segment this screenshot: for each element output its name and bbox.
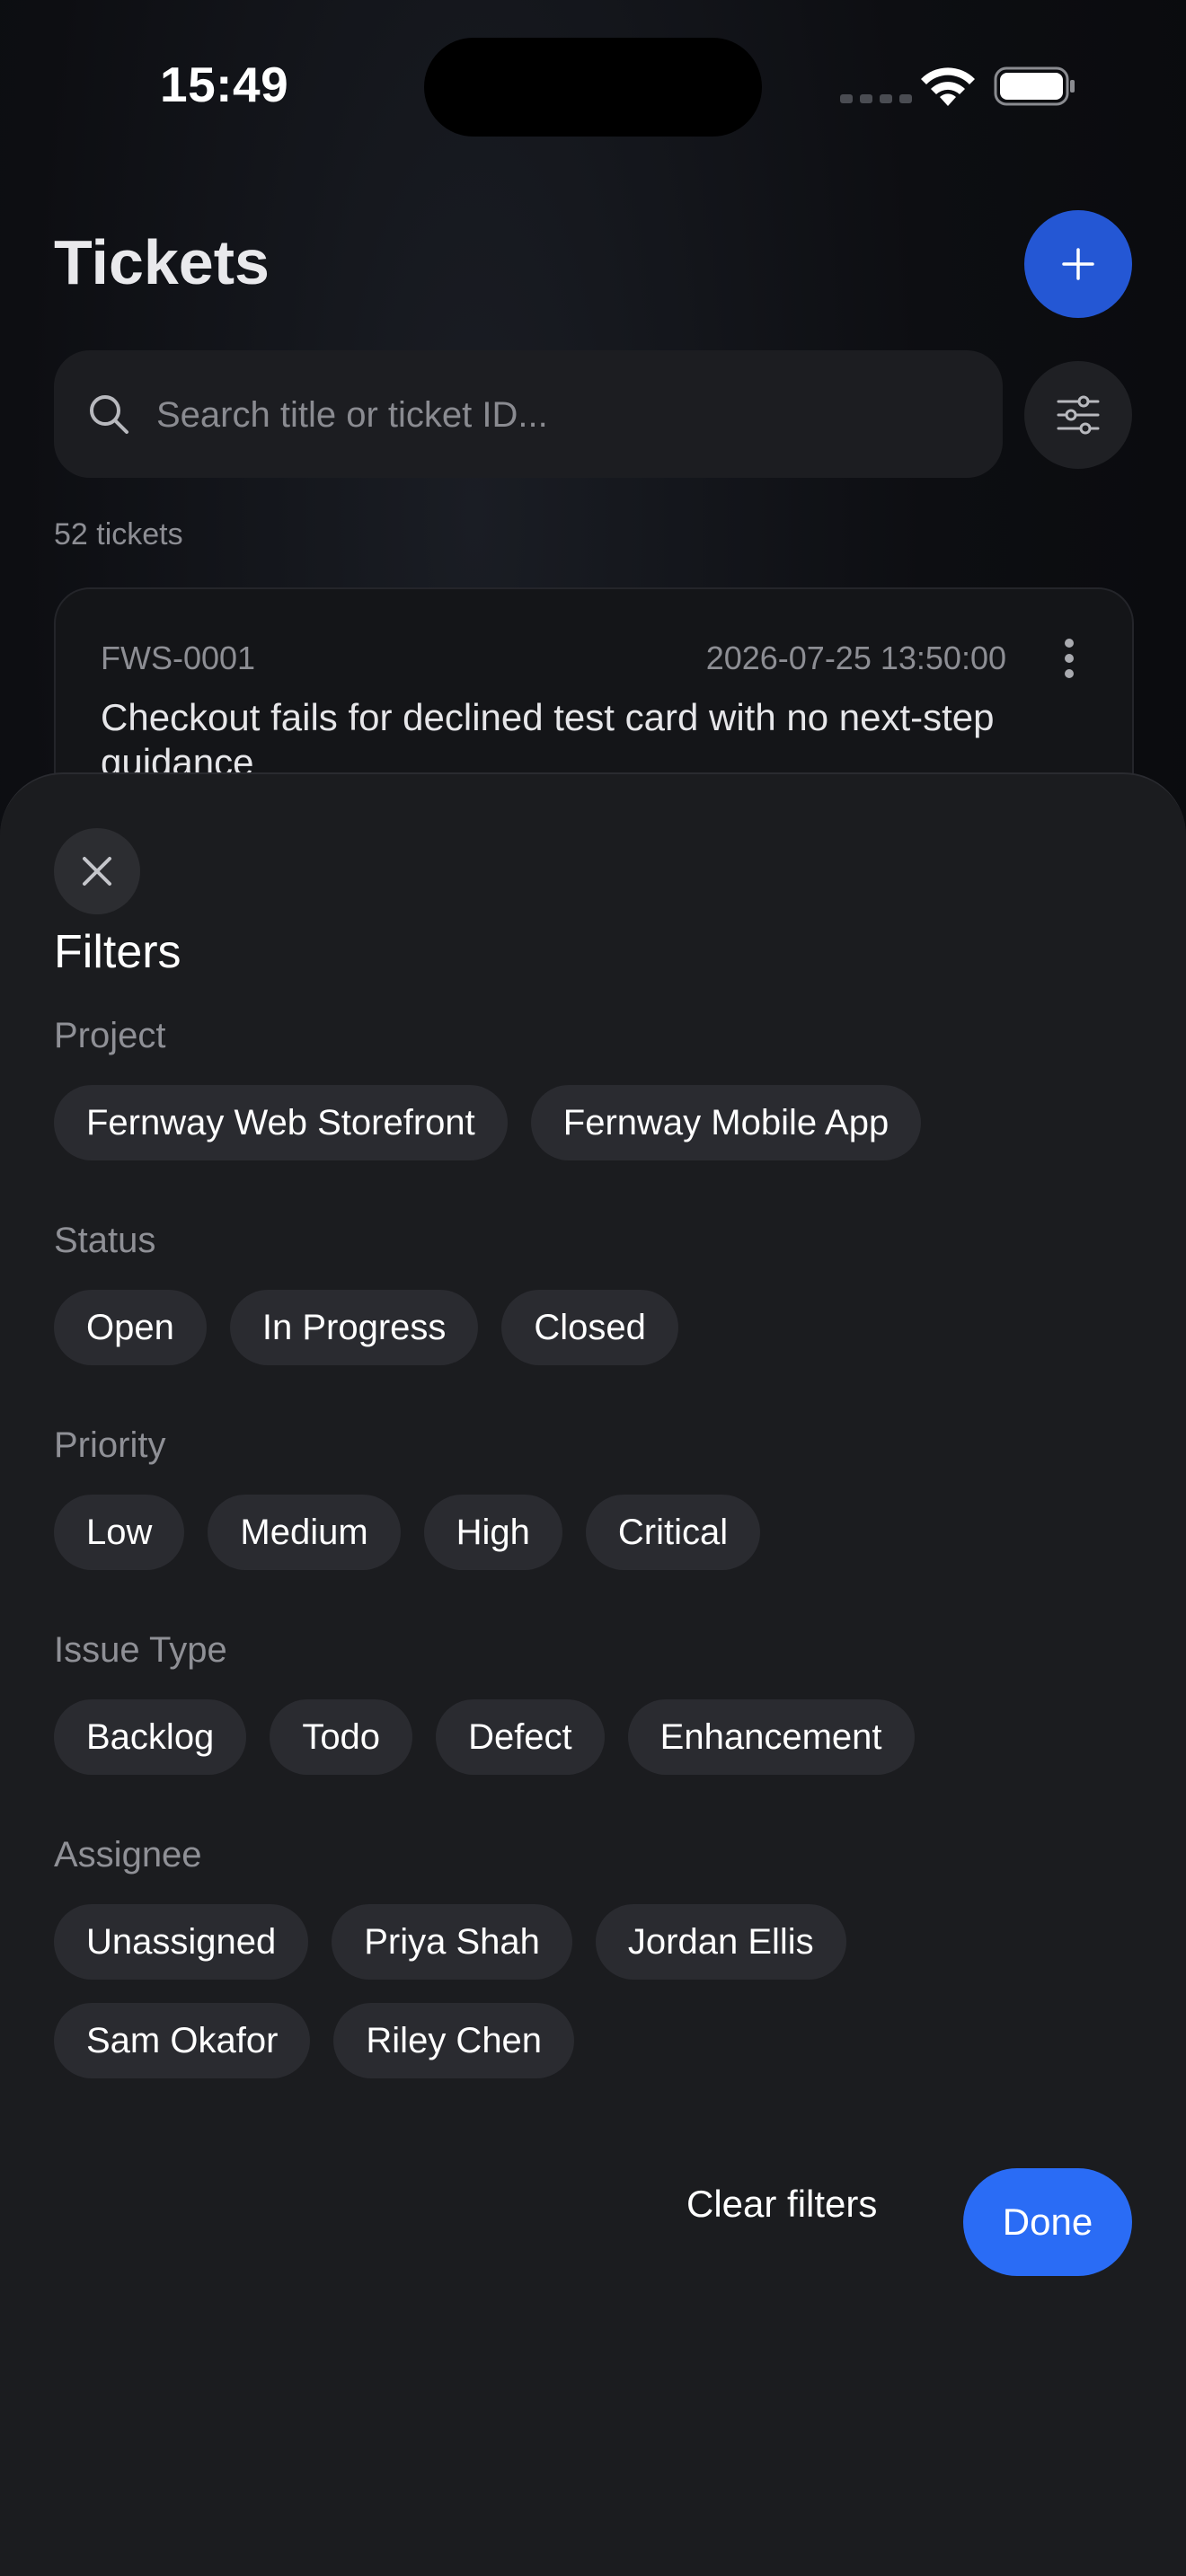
section-label: Issue Type	[54, 1630, 227, 1670]
add-ticket-button[interactable]	[1024, 210, 1132, 318]
search-bar	[54, 350, 1003, 480]
chip-status[interactable]: In Progress	[229, 1290, 479, 1365]
done-button[interactable]: Done	[963, 2168, 1132, 2276]
section-label: Status	[54, 1221, 156, 1260]
chip-status[interactable]: Open	[54, 1290, 207, 1365]
more-vertical-icon[interactable]	[1060, 636, 1078, 681]
chip-row: Low Medium High Critical	[54, 1495, 1132, 1570]
section-label: Assignee	[54, 1835, 202, 1875]
ticket-title: Checkout fails for declined test card wi…	[101, 696, 995, 783]
chip-assignee[interactable]: Jordan Ellis	[595, 1904, 846, 1980]
chip-assignee[interactable]: Riley Chen	[333, 2003, 575, 2078]
chip-issue-type[interactable]: Defect	[436, 1699, 605, 1775]
ticket-date: 2026-07-25 13:50:00	[705, 640, 1006, 676]
chip-assignee[interactable]: Priya Shah	[332, 1904, 572, 1980]
filter-button[interactable]	[1024, 361, 1132, 469]
chip-priority[interactable]: Low	[54, 1495, 185, 1570]
chip-row: Fernway Web Storefront Fernway Mobile Ap…	[54, 1085, 1132, 1160]
sliders-icon	[1057, 395, 1100, 435]
search-input[interactable]	[155, 350, 967, 480]
project-filter-section: Project Fernway Web Storefront Fernway M…	[54, 1015, 1132, 1160]
plus-icon	[1062, 248, 1094, 280]
chip-status[interactable]: Closed	[501, 1290, 678, 1365]
page-title: Tickets	[54, 227, 270, 297]
chip-assignee[interactable]: Sam Okafor	[54, 2003, 311, 2078]
issue-type-filter-section: Issue Type Backlog Todo Defect Enhanceme…	[54, 1629, 1132, 1775]
chip-issue-type[interactable]: Enhancement	[627, 1699, 915, 1775]
chip-issue-type[interactable]: Todo	[270, 1699, 413, 1775]
filters-sheet: Filters Project Fernway Web Storefront F…	[0, 772, 1186, 2576]
section-label: Project	[54, 1016, 166, 1055]
chip-issue-type[interactable]: Backlog	[54, 1699, 247, 1775]
battery-icon	[994, 66, 1075, 106]
search-icon	[90, 395, 128, 434]
chip-priority[interactable]: Medium	[208, 1495, 401, 1570]
chip-row: Unassigned Priya Shah Jordan Ellis Sam O…	[54, 1904, 952, 2078]
chip-row: Backlog Todo Defect Enhancement	[54, 1699, 1132, 1775]
cellular-signal-icon	[840, 94, 912, 103]
chip-project[interactable]: Fernway Mobile App	[530, 1085, 922, 1160]
chip-row: Open In Progress Closed	[54, 1290, 1132, 1365]
chip-priority[interactable]: High	[423, 1495, 562, 1570]
clear-filters-button[interactable]: Clear filters	[686, 2168, 877, 2240]
chip-assignee[interactable]: Unassigned	[54, 1904, 309, 1980]
priority-filter-section: Priority Low Medium High Critical	[54, 1425, 1132, 1570]
assignee-filter-section: Assignee Unassigned Priya Shah Jordan El…	[54, 1834, 1132, 2078]
ticket-id: FWS-0001	[101, 640, 256, 676]
status-time: 15:49	[160, 57, 289, 112]
close-icon	[83, 857, 111, 886]
close-button[interactable]	[54, 828, 140, 914]
status-filter-section: Status Open In Progress Closed	[54, 1220, 1132, 1365]
chip-project[interactable]: Fernway Web Storefront	[54, 1085, 508, 1160]
ticket-count: 52 tickets	[54, 517, 183, 551]
screen: 15:49 Tickets Search title or ticket ID.…	[0, 0, 1186, 2576]
chip-priority[interactable]: Critical	[585, 1495, 761, 1570]
dynamic-island	[424, 38, 762, 137]
wifi-icon	[921, 67, 975, 106]
sheet-title: Filters	[54, 926, 181, 978]
section-label: Priority	[54, 1425, 166, 1465]
